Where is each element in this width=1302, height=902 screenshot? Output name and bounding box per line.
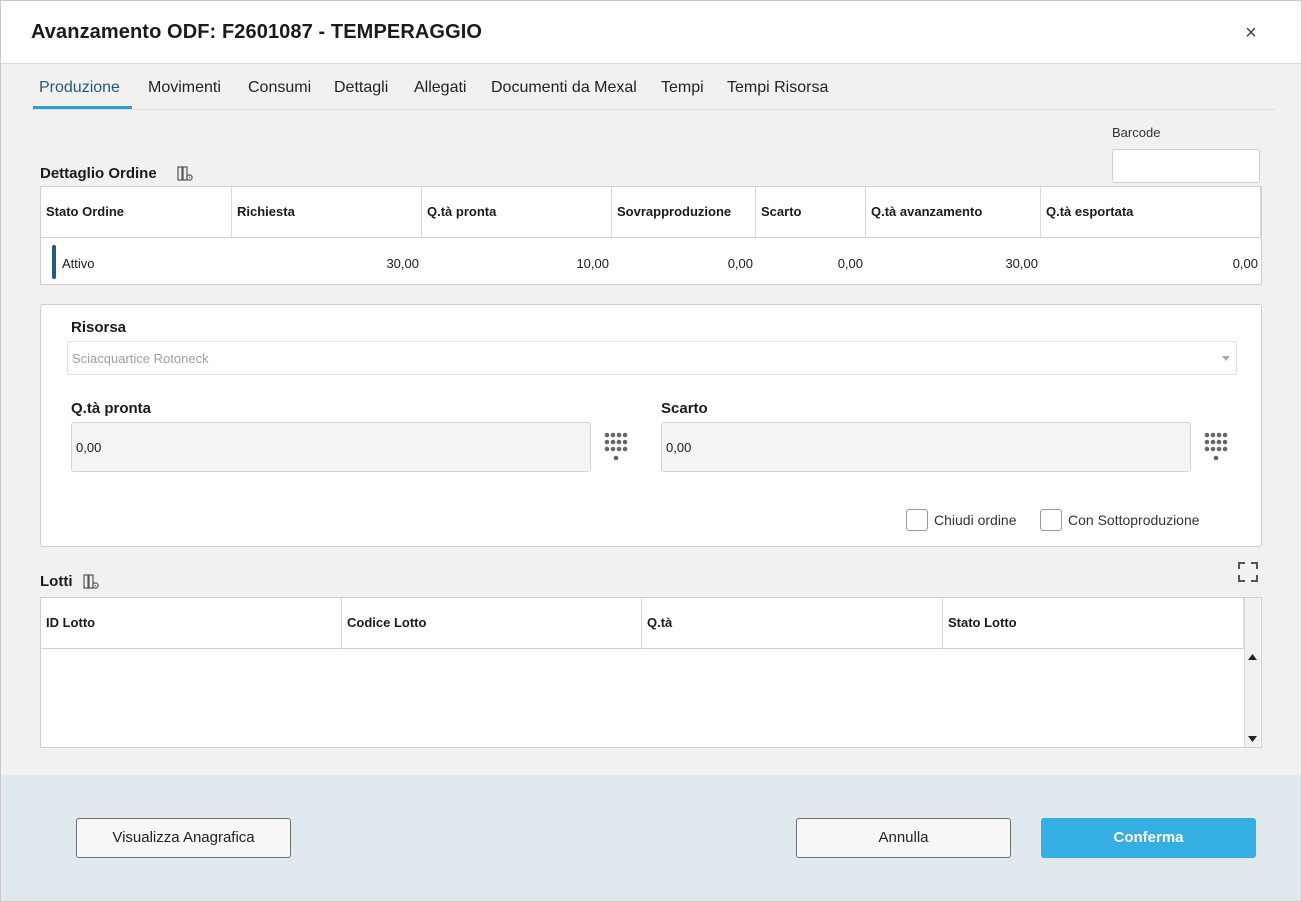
column-header-qta-pronta[interactable]: Q.tà pronta [422, 187, 612, 238]
tab-allegati[interactable]: Allegati [414, 79, 466, 97]
confirm-button[interactable]: Conferma [1041, 818, 1256, 858]
column-header-qta-esportata[interactable]: Q.tà esportata [1041, 187, 1261, 238]
close-order-label: Chiudi ordine [934, 512, 1017, 528]
resource-select[interactable]: Sciacquartice Rotoneck [67, 341, 1237, 375]
tab-movimenti[interactable]: Movimenti [148, 79, 221, 97]
chevron-down-icon [1222, 356, 1230, 361]
active-tab-indicator [33, 106, 132, 109]
dialog-window: Avanzamento ODF: F2601087 - TEMPERAGGIO … [0, 0, 1302, 902]
subproduction-label: Con Sottoproduzione [1068, 512, 1200, 528]
column-header-codice-lotto[interactable]: Codice Lotto [342, 598, 642, 649]
lots-scrollbar[interactable] [1244, 598, 1260, 747]
subproduction-checkbox[interactable] [1040, 509, 1062, 531]
column-header-richiesta[interactable]: Richiesta [232, 187, 422, 238]
column-header-stato-lotto[interactable]: Stato Lotto [943, 598, 1244, 649]
dialog-footer: Visualizza Anagrafica Annulla Conferma [1, 775, 1301, 901]
keypad-icon[interactable] [603, 431, 629, 463]
barcode-label: Barcode [1112, 125, 1161, 140]
tab-documenti-da-mexal[interactable]: Documenti da Mexal [491, 79, 637, 97]
column-header-id-lotto[interactable]: ID Lotto [41, 598, 342, 649]
cell-qta-pronta: 10,00 [576, 256, 609, 271]
cell-qta-avanzamento: 30,00 [1005, 256, 1038, 271]
view-registry-button[interactable]: Visualizza Anagrafica [76, 818, 291, 858]
resource-label: Risorsa [71, 319, 127, 336]
column-header-scarto[interactable]: Scarto [756, 187, 866, 238]
scrap-input[interactable]: 0,00 [661, 422, 1191, 472]
cell-richiesta: 30,00 [386, 256, 419, 271]
status-indicator [52, 245, 56, 279]
column-header-qta-avanzamento[interactable]: Q.tà avanzamento [866, 187, 1041, 238]
cell-qta-esportata: 0,00 [1232, 256, 1258, 271]
close-order-checkbox[interactable] [906, 509, 928, 531]
dialog-title: Avanzamento ODF: F2601087 - TEMPERAGGIO [31, 21, 483, 43]
column-header-stato-ordine[interactable]: Stato Ordine [41, 187, 232, 238]
tab-dettagli[interactable]: Dettagli [334, 79, 388, 97]
tab-bar: Produzione Movimenti Consumi Dettagli Al… [31, 65, 1275, 110]
tab-consumi[interactable]: Consumi [248, 79, 311, 97]
column-header-qta[interactable]: Q.tà [642, 598, 943, 649]
scroll-down-icon[interactable] [1248, 736, 1257, 742]
cell-scarto: 0,00 [837, 256, 863, 271]
tab-tempi-risorsa[interactable]: Tempi Risorsa [727, 79, 828, 97]
production-form-panel: Risorsa Sciacquartice Rotoneck Q.tà pron… [40, 304, 1262, 547]
lots-table: ID Lotto Codice Lotto Q.tà Stato Lotto [40, 597, 1262, 748]
dialog-header: Avanzamento ODF: F2601087 - TEMPERAGGIO … [1, 1, 1301, 64]
ready-quantity-label: Q.tà pronta [71, 400, 152, 417]
expand-icon[interactable] [1237, 561, 1259, 583]
column-settings-icon[interactable] [177, 166, 193, 182]
cell-sovrapproduzione: 0,00 [727, 256, 753, 271]
column-settings-icon[interactable] [83, 574, 99, 590]
scrap-label: Scarto [661, 400, 708, 417]
order-detail-table: Stato Ordine Richiesta Q.tà pronta Sovra… [40, 186, 1262, 285]
barcode-input[interactable] [1112, 149, 1260, 183]
cancel-button[interactable]: Annulla [796, 818, 1011, 858]
tab-tempi[interactable]: Tempi [661, 79, 704, 97]
ready-quantity-input[interactable]: 0,00 [71, 422, 591, 472]
cell-stato-ordine: Attivo [62, 256, 95, 271]
order-detail-title: Dettaglio Ordine [40, 165, 157, 182]
close-icon[interactable]: × [1239, 21, 1263, 45]
keypad-icon[interactable] [1203, 431, 1229, 463]
column-header-sovrapproduzione[interactable]: Sovrapproduzione [612, 187, 756, 238]
tab-produzione[interactable]: Produzione [39, 79, 120, 97]
lots-title: Lotti [40, 573, 73, 590]
scroll-up-icon[interactable] [1248, 654, 1257, 660]
resource-select-value: Sciacquartice Rotoneck [72, 351, 209, 366]
